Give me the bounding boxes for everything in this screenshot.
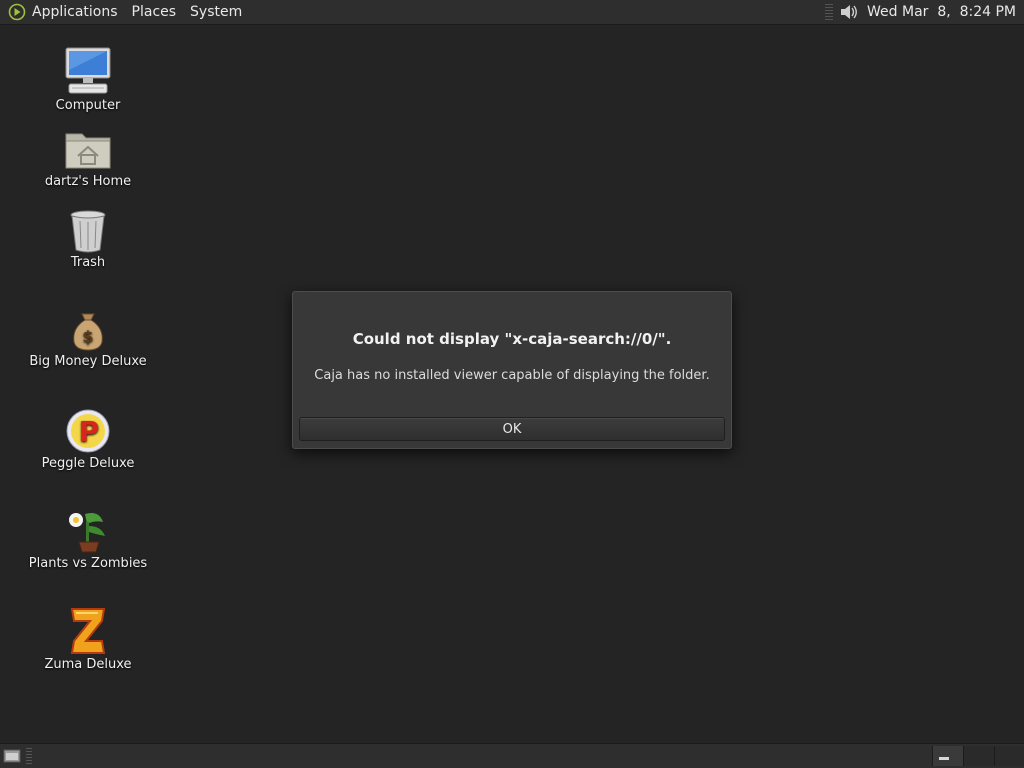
panel-separator [825, 4, 834, 20]
desktop-icon-computer[interactable]: Computer [28, 46, 148, 113]
svg-text:$: $ [82, 327, 93, 346]
applications-menu[interactable]: Applications [32, 4, 126, 20]
desktop-icon-home[interactable]: dartz's Home [28, 128, 148, 189]
peggle-icon: P [66, 409, 110, 453]
places-menu[interactable]: Places [132, 4, 185, 20]
desktop-icon-big-money[interactable]: $ Big Money Deluxe [28, 310, 148, 369]
desktop-icon-plants-vs-zombies[interactable]: Plants vs Zombies [28, 508, 148, 571]
money-bag-icon: $ [73, 313, 103, 351]
dialog-message: Caja has no installed viewer capable of … [314, 368, 710, 383]
workspace-window-indicator [939, 757, 949, 760]
system-menu[interactable]: System [190, 4, 250, 20]
desktop-icon-label: Peggle Deluxe [41, 456, 135, 471]
workspace-2[interactable] [963, 746, 994, 766]
zuma-icon [70, 608, 106, 654]
error-dialog: Could not display "x-caja-search://0/". … [292, 291, 732, 449]
desktop-icon-label: Plants vs Zombies [28, 556, 148, 571]
top-panel: Applications Places System Wed Mar 8, 8:… [0, 0, 1024, 25]
workspace-1[interactable] [932, 746, 963, 766]
clock[interactable]: Wed Mar 8, 8:24 PM [867, 4, 1016, 20]
home-folder-icon [65, 133, 111, 169]
desktop-icon-zuma[interactable]: Zuma Deluxe [28, 607, 148, 672]
desktop-icon-label: Computer [55, 98, 121, 113]
desktop-icon-label: Zuma Deluxe [44, 657, 132, 672]
workspace-3[interactable] [994, 746, 1024, 766]
speaker-icon[interactable] [839, 3, 859, 21]
computer-icon [65, 47, 111, 94]
desktop-icon-label: Big Money Deluxe [29, 354, 147, 369]
show-desktop-icon[interactable] [3, 748, 21, 764]
svg-text:P: P [79, 415, 100, 448]
dialog-title: Could not display "x-caja-search://0/". [352, 330, 672, 348]
trash-icon [70, 210, 106, 253]
desktop-icon-label: Trash [70, 255, 106, 270]
panel-tray: Wed Mar 8, 8:24 PM [825, 3, 1024, 21]
desktop-icon-label: dartz's Home [44, 174, 132, 189]
panel-grip[interactable] [26, 748, 32, 764]
desktop-icon-peggle[interactable]: P Peggle Deluxe [28, 408, 148, 471]
plants-icon [69, 513, 105, 553]
bottom-panel [0, 743, 1024, 768]
menu-logo-icon[interactable] [8, 3, 26, 21]
desktop-icon-trash[interactable]: Trash [28, 209, 148, 270]
ok-button[interactable]: OK [299, 417, 725, 441]
